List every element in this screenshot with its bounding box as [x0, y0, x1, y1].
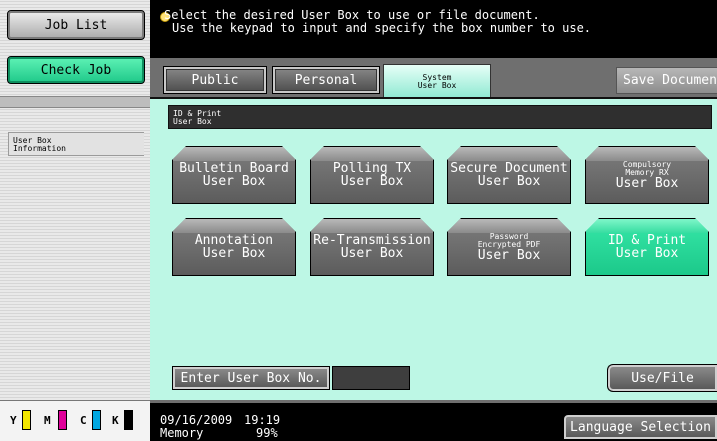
toner-bar-y: [22, 410, 31, 430]
breadcrumb: ID & Print User Box: [168, 105, 712, 129]
use-file-button[interactable]: Use/File: [607, 364, 717, 392]
box-label-line2: User Box: [340, 174, 404, 189]
id-print-box-button[interactable]: ID & Print User Box: [585, 218, 709, 276]
toner-letter-m: M: [44, 414, 51, 427]
breadcrumb-line2: User Box: [173, 117, 212, 126]
status-memory-value: 99%: [256, 426, 278, 440]
tab-public[interactable]: Public: [163, 66, 267, 94]
box-label-line2: User Box: [615, 175, 679, 191]
secure-document-box-button[interactable]: Secure Document User Box: [447, 146, 571, 204]
info-tab-line2: Information: [13, 144, 66, 153]
enter-user-box-no-button[interactable]: Enter User Box No.: [172, 366, 330, 390]
status-time: 19:19: [244, 413, 281, 427]
user-box-information-tab[interactable]: User Box Information: [8, 132, 144, 156]
language-selection-button[interactable]: Language Selection: [563, 414, 717, 440]
box-label-line2: User Box: [202, 246, 266, 261]
box-number-field[interactable]: [332, 366, 410, 390]
box-label-line2: User Box: [202, 174, 266, 189]
toner-letter-y: Y: [10, 414, 17, 427]
tab-personal[interactable]: Personal: [272, 66, 380, 94]
annotation-box-button[interactable]: Annotation User Box: [172, 218, 296, 276]
status-date: 09/16/2009: [160, 413, 233, 427]
bulletin-board-box-button[interactable]: Bulletin Board User Box: [172, 146, 296, 204]
status-memory-label: Memory: [160, 426, 204, 440]
box-label-line2: User Box: [477, 247, 541, 263]
check-job-button[interactable]: Check Job: [7, 56, 145, 84]
box-label-line2: User Box: [340, 246, 404, 261]
tab-system-user-box[interactable]: System User Box: [383, 64, 491, 98]
polling-tx-box-button[interactable]: Polling TX User Box: [310, 146, 434, 204]
toner-bar-k: [124, 410, 133, 430]
re-transmission-box-button[interactable]: Re-Transmission User Box: [310, 218, 434, 276]
box-label-line2: User Box: [615, 246, 679, 261]
breadcrumb-line1: ID & Print: [173, 109, 222, 118]
job-list-button[interactable]: Job List: [7, 10, 145, 40]
toner-bar-m: [58, 410, 67, 430]
message-line2: Use the keypad to input and specify the …: [172, 21, 592, 35]
toner-letter-k: K: [112, 414, 119, 427]
toner-bar-c: [92, 410, 101, 430]
password-encrypted-pdf-box-button[interactable]: Password Encrypted PDF User Box: [447, 218, 571, 276]
compulsory-memory-rx-box-button[interactable]: Compulsory Memory RX User Box: [585, 146, 709, 204]
save-document-button[interactable]: Save Document: [616, 67, 717, 94]
left-divider: [0, 96, 150, 108]
box-label-line2: User Box: [477, 174, 541, 189]
tab-system-line2: User Box: [417, 80, 457, 90]
toner-letter-c: C: [80, 414, 87, 427]
